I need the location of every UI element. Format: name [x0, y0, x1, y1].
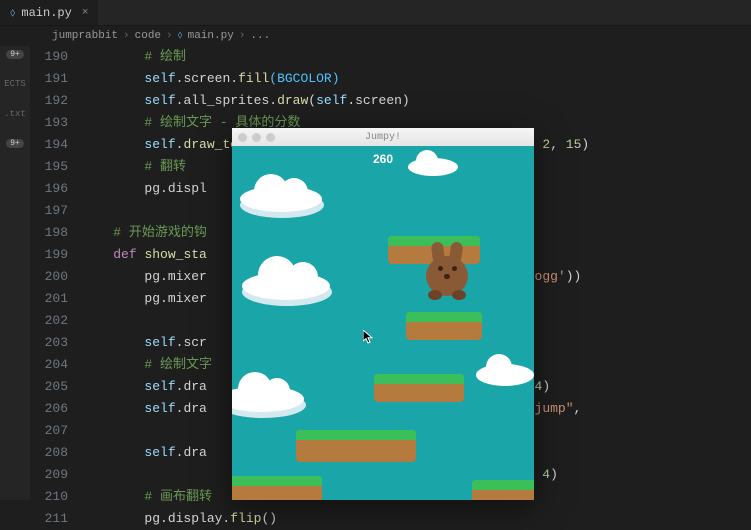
breadcrumb-file[interactable]: main.py	[188, 30, 234, 42]
line-number-gutter: 190 191 192 193 194 195 196 197 198 199 …	[30, 46, 82, 500]
game-window-title: Jumpy!	[232, 132, 534, 143]
game-titlebar[interactable]: Jumpy!	[232, 128, 534, 146]
badge: 9+	[6, 139, 24, 148]
tab-main-py[interactable]: ⬨ main.py ×	[0, 0, 98, 25]
tab-bar: ⬨ main.py ×	[0, 0, 751, 26]
platform-sprite	[406, 312, 482, 340]
mouse-cursor-icon	[363, 330, 373, 344]
game-canvas[interactable]: 260	[232, 146, 534, 500]
chevron-right-icon: ›	[123, 30, 130, 42]
badge: 9+	[6, 50, 24, 59]
platform-sprite	[472, 480, 534, 500]
platform-sprite	[374, 374, 464, 402]
sidebar-file-ext: .txt	[4, 109, 26, 119]
sidebar-label: ECTS	[4, 79, 26, 89]
platform-sprite	[296, 430, 416, 462]
game-window[interactable]: Jumpy! 260	[232, 128, 534, 500]
platform-sprite	[232, 476, 322, 500]
python-file-icon: ⬨	[10, 6, 15, 20]
python-file-icon: ⬨	[178, 30, 183, 42]
activity-sidebar: 9+ ECTS .txt 9+	[0, 46, 30, 500]
tab-filename: main.py	[21, 6, 71, 20]
bunny-player-sprite	[420, 242, 474, 298]
breadcrumb-more[interactable]: ...	[250, 30, 270, 42]
chevron-right-icon: ›	[166, 30, 173, 42]
breadcrumb-sub[interactable]: code	[135, 30, 161, 42]
game-score: 260	[232, 152, 534, 166]
breadcrumb: jumprabbit › code › ⬨ main.py › ...	[0, 26, 751, 46]
close-icon[interactable]: ×	[82, 7, 89, 19]
breadcrumb-folder[interactable]: jumprabbit	[52, 30, 118, 42]
chevron-right-icon: ›	[239, 30, 246, 42]
